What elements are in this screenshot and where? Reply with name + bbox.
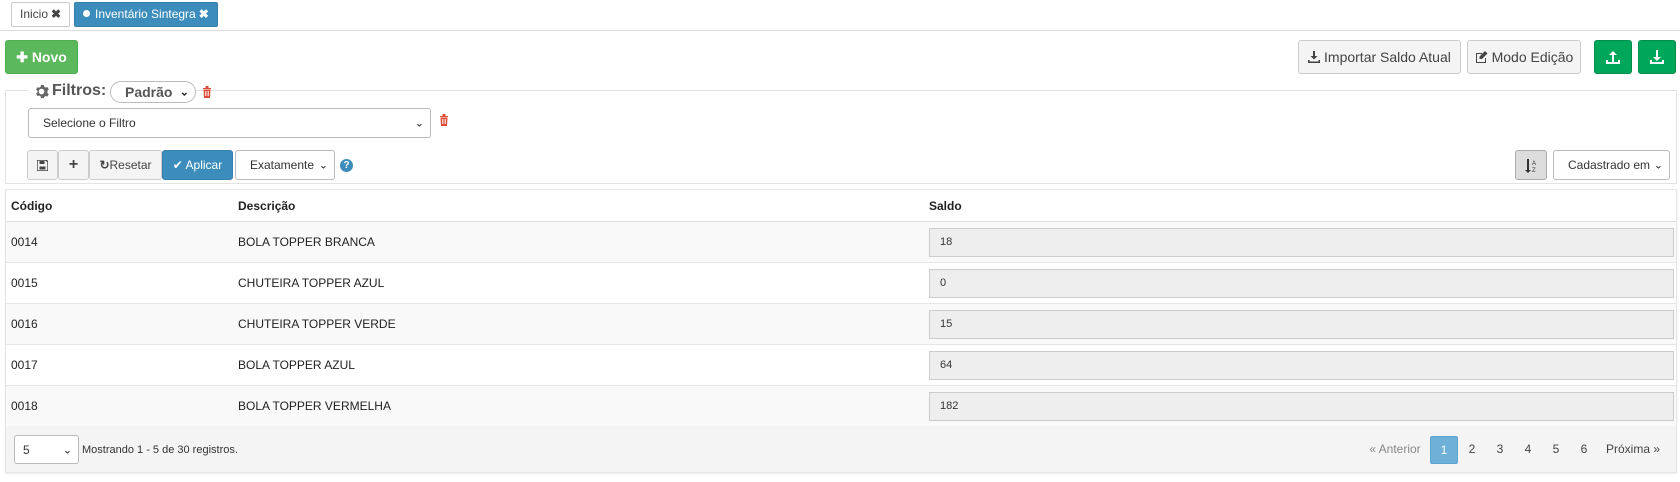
saldo-input[interactable]: 182 bbox=[929, 392, 1674, 421]
table-row: 0016 CHUTEIRA TOPPER VERDE 15 bbox=[6, 304, 1676, 345]
resetar-button[interactable]: ↻Resetar bbox=[89, 150, 162, 180]
table-header: Código Descrição Saldo bbox=[6, 190, 1676, 222]
pagination-page-5[interactable]: 5 bbox=[1542, 436, 1570, 464]
column-saldo[interactable]: Saldo bbox=[929, 199, 962, 213]
tab-label: Inicio bbox=[20, 7, 49, 21]
help-icon[interactable]: ? bbox=[340, 159, 353, 172]
add-filter-button[interactable]: + bbox=[58, 150, 89, 180]
save-icon bbox=[36, 159, 49, 172]
circle-icon bbox=[83, 10, 90, 17]
aplicar-button[interactable]: ✔ Aplicar bbox=[162, 150, 233, 180]
tab-inventario-sintegra[interactable]: Inventário Sintegra ✖ bbox=[74, 2, 218, 27]
saldo-input[interactable]: 15 bbox=[929, 310, 1674, 339]
pagination-page-3[interactable]: 3 bbox=[1486, 436, 1514, 464]
check-icon: ✔ bbox=[172, 158, 183, 172]
save-filter-button[interactable] bbox=[27, 150, 58, 180]
cell-descricao: CHUTEIRA TOPPER VERDE bbox=[238, 317, 396, 331]
saldo-input[interactable]: 0 bbox=[929, 269, 1674, 298]
match-mode-select[interactable]: Exatamente ⌄ bbox=[235, 150, 335, 180]
pagination-page-6[interactable]: 6 bbox=[1570, 436, 1598, 464]
chevron-down-icon: ⌄ bbox=[414, 117, 424, 130]
pagination-page-4[interactable]: 4 bbox=[1514, 436, 1542, 464]
cell-descricao: CHUTEIRA TOPPER AZUL bbox=[238, 276, 385, 290]
chevron-down-icon: ⌄ bbox=[318, 159, 328, 172]
tab-inicio[interactable]: Inicio ✖ bbox=[11, 2, 71, 27]
gear-icon bbox=[36, 84, 49, 98]
close-icon[interactable]: ✖ bbox=[51, 7, 61, 21]
cell-descricao: BOLA TOPPER BRANCA bbox=[238, 235, 375, 249]
cell-codigo: 0014 bbox=[11, 235, 38, 249]
filters-legend: Filtros: bbox=[28, 79, 113, 103]
filter-preset-select[interactable]: Padrão ⌄ bbox=[110, 81, 196, 103]
tab-label: Inventário Sintegra bbox=[95, 7, 196, 21]
modo-edicao-button[interactable]: Modo Edição bbox=[1467, 40, 1581, 74]
pagination-next[interactable]: Próxima » bbox=[1600, 436, 1666, 464]
cell-codigo: 0015 bbox=[11, 276, 38, 290]
edit-icon bbox=[1475, 49, 1492, 65]
table-row: 0014 BOLA TOPPER BRANCA 18 bbox=[6, 222, 1676, 263]
table-footer: 5 ⌄ Mostrando 1 - 5 de 30 registros. « An… bbox=[6, 426, 1676, 472]
filters-label: Filtros: bbox=[52, 82, 107, 99]
download-button[interactable] bbox=[1638, 40, 1676, 74]
download-icon bbox=[1308, 49, 1324, 65]
table-row: 0017 BOLA TOPPER AZUL 64 bbox=[6, 345, 1676, 386]
chevron-down-icon: ⌄ bbox=[62, 444, 72, 456]
pagination-previous[interactable]: « Anterior bbox=[1365, 436, 1425, 464]
close-icon[interactable]: ✖ bbox=[199, 7, 209, 21]
records-info: Mostrando 1 - 5 de 30 registros. bbox=[82, 444, 238, 456]
plus-icon: + bbox=[68, 156, 79, 173]
cell-codigo: 0018 bbox=[11, 399, 38, 413]
trash-icon[interactable] bbox=[202, 86, 212, 98]
table-row: 0018 BOLA TOPPER VERMELHA 182 bbox=[6, 386, 1676, 427]
svg-text:A: A bbox=[1532, 161, 1536, 167]
sort-field-select[interactable]: Cadastrado em ⌄ bbox=[1553, 150, 1670, 180]
cell-codigo: 0017 bbox=[11, 358, 38, 372]
column-codigo[interactable]: Código bbox=[11, 199, 52, 213]
page-size-select[interactable]: 5 ⌄ bbox=[14, 435, 79, 464]
cell-descricao: BOLA TOPPER AZUL bbox=[238, 358, 355, 372]
refresh-icon: ↻ bbox=[99, 158, 110, 172]
download-icon bbox=[1650, 50, 1664, 64]
upload-icon bbox=[1606, 51, 1620, 64]
column-descricao[interactable]: Descrição bbox=[238, 199, 295, 213]
trash-icon[interactable] bbox=[439, 114, 449, 126]
pagination-page-2[interactable]: 2 bbox=[1458, 436, 1486, 464]
chevron-down-icon: ⌄ bbox=[179, 86, 189, 99]
importar-saldo-button[interactable]: Importar Saldo Atual bbox=[1298, 40, 1461, 74]
saldo-input[interactable]: 64 bbox=[929, 351, 1674, 380]
saldo-input[interactable]: 18 bbox=[929, 228, 1674, 257]
table-row: 0015 CHUTEIRA TOPPER AZUL 0 bbox=[6, 263, 1676, 304]
novo-button[interactable]: ✚ Novo bbox=[5, 40, 78, 74]
cell-descricao: BOLA TOPPER VERMELHA bbox=[238, 399, 391, 413]
filter-select[interactable]: Selecione o Filtro ⌄ bbox=[28, 108, 431, 138]
sort-direction-button[interactable]: AZ bbox=[1515, 150, 1547, 180]
sort-alpha-icon: AZ bbox=[1525, 159, 1536, 174]
tab-bar: Inicio ✖ Inventário Sintegra ✖ bbox=[0, 0, 1680, 31]
upload-button[interactable] bbox=[1594, 40, 1632, 74]
chevron-down-icon: ⌄ bbox=[1653, 159, 1663, 172]
inventory-table: Código Descrição Saldo 0014 BOLA TOPPER … bbox=[5, 189, 1677, 473]
pagination-page-1[interactable]: 1 bbox=[1430, 436, 1458, 464]
plus-icon: ✚ bbox=[16, 49, 28, 65]
cell-codigo: 0016 bbox=[11, 317, 38, 331]
svg-text:Z: Z bbox=[1532, 168, 1536, 173]
